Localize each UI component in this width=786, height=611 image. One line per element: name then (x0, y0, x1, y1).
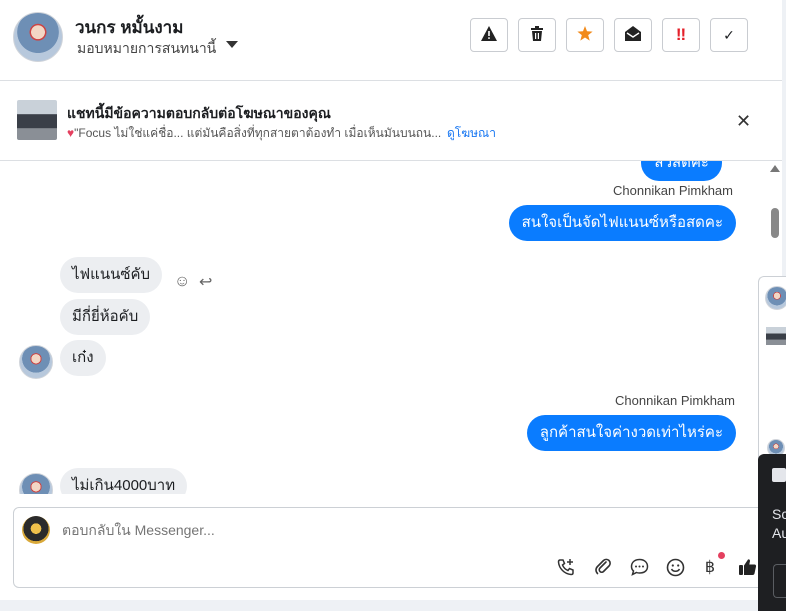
contact-avatar[interactable] (13, 12, 63, 62)
mark-unread-button[interactable] (614, 18, 652, 52)
sender-name: Chonnikan Pimkham (613, 183, 733, 198)
envelope-open-icon (625, 25, 641, 45)
message-list: สวัสดีค่ะ Chonnikan Pimkham สนใจเป็นจัดไ… (0, 161, 768, 494)
mark-urgent-button[interactable]: ‼ (662, 18, 700, 52)
assign-conversation-dropdown[interactable]: มอบหมายการสนทนานี้ (77, 38, 216, 60)
sender-name: Chonnikan Pimkham (615, 393, 735, 408)
trash-icon (531, 25, 543, 45)
side-button[interactable] (773, 564, 786, 598)
outgoing-message[interactable]: สนใจเป็นจัดไฟแนนซ์หรือสดคะ (508, 205, 736, 241)
ad-snippet-text: "Focus ไม่ใช่แค่ชื่อ... แต่มันคือสิ่งที่… (74, 126, 442, 140)
payment-baht-icon[interactable]: ฿ (698, 555, 722, 579)
star-icon (577, 25, 593, 45)
outgoing-message[interactable]: ลูกค้าสนใจค่างวดเท่าไหร่คะ (526, 415, 736, 451)
contact-avatar (19, 473, 53, 494)
scroll-up-arrow[interactable] (770, 165, 780, 172)
double-exclamation-icon: ‼ (675, 25, 687, 44)
incoming-message[interactable]: ไฟแนนซ์คับ (60, 257, 163, 293)
conversation-panel: วนกร หมั้นงาม มอบหมายการสนทนานี้ ‼ ✓ แชท… (0, 0, 782, 600)
outgoing-message[interactable]: สวัสดีค่ะ (641, 161, 722, 181)
ad-thumbnail (17, 100, 57, 140)
emoji-icon[interactable] (663, 555, 687, 579)
side-avatar (765, 286, 786, 310)
warning-icon (481, 25, 497, 45)
page-avatar (22, 516, 50, 544)
saved-replies-icon[interactable] (627, 555, 651, 579)
contact-avatar (19, 345, 53, 379)
chevron-down-icon[interactable] (226, 41, 238, 48)
side-text-line-2: Au (772, 525, 786, 541)
add-call-icon[interactable] (554, 555, 578, 579)
incoming-message[interactable]: ไม่เกิน4000บาท (60, 468, 188, 494)
star-button[interactable] (566, 18, 604, 52)
ad-banner-title: แชทนี้มีข้อความตอบกลับต่อโฆษณาของคุณ (67, 105, 331, 121)
incoming-message[interactable]: เก๋ง (60, 340, 106, 376)
notification-dot (718, 552, 725, 559)
reply-input[interactable] (62, 522, 662, 538)
delete-button[interactable] (518, 18, 556, 52)
reply-composer: ฿ (13, 507, 768, 588)
ad-reply-banner: แชทนี้มีข้อความตอบกลับต่อโฆษณาของคุณ ♥"F… (0, 81, 782, 161)
scroll-thumb[interactable] (771, 208, 779, 238)
report-spam-button[interactable] (470, 18, 508, 52)
thumbs-up-icon[interactable] (735, 555, 759, 579)
side-thumbnail (772, 468, 786, 482)
emoji-react-icon[interactable]: ☺ (174, 273, 190, 291)
close-icon[interactable]: ✕ (736, 112, 751, 130)
check-icon: ✓ (723, 26, 735, 43)
attachment-icon[interactable] (591, 555, 615, 579)
contact-name[interactable]: วนกร หมั้นงาม (75, 14, 183, 41)
side-ad-thumbnail (766, 327, 786, 345)
incoming-message[interactable]: มีกี่ยี่ห้อคับ (60, 299, 151, 335)
view-ad-link[interactable]: ดูโฆษณา (447, 124, 496, 143)
reply-icon[interactable]: ↩ (199, 272, 212, 292)
conversation-header: วนกร หมั้นงาม มอบหมายการสนทนานี้ ‼ ✓ (0, 0, 782, 81)
mark-done-button[interactable]: ✓ (710, 18, 748, 52)
side-text-line-1: Sc (772, 506, 786, 522)
ad-snippet: ♥"Focus ไม่ใช่แค่ชื่อ... แต่มันคือสิ่งที… (67, 124, 441, 143)
